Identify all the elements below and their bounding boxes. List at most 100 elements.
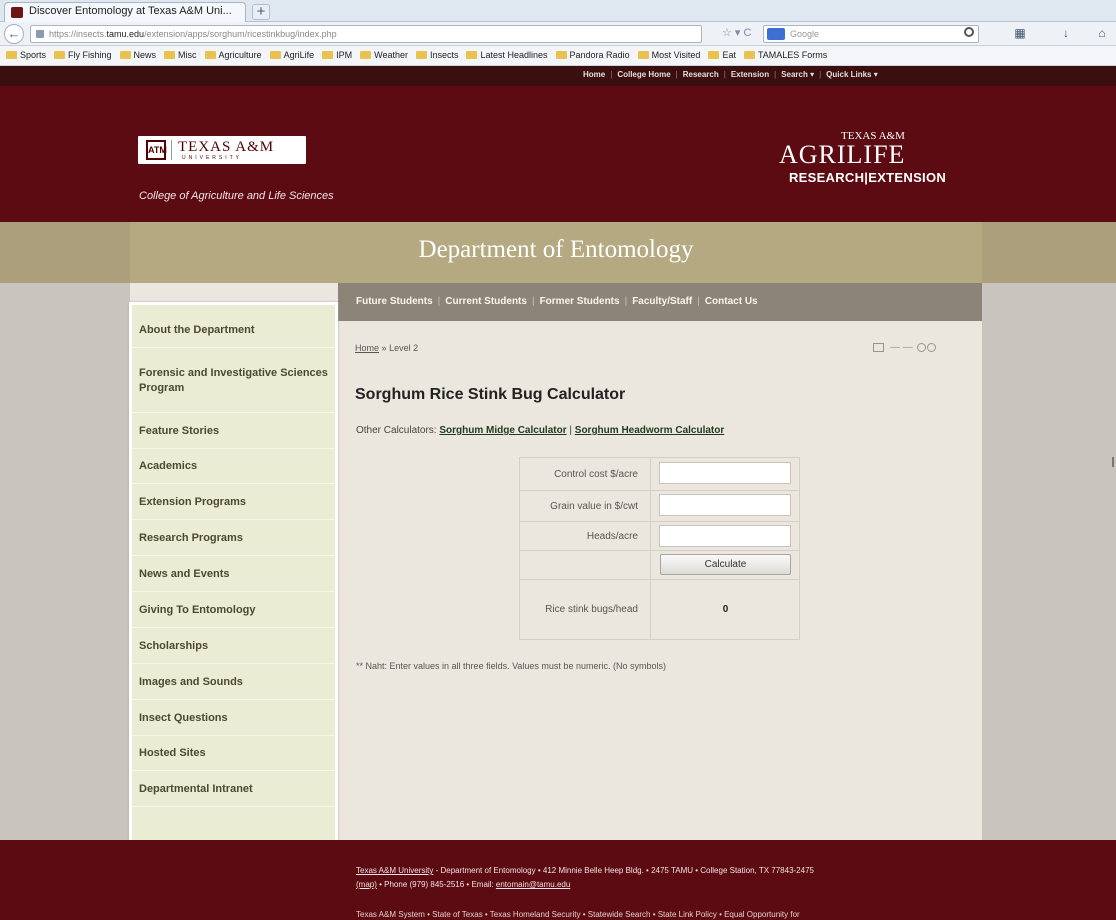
zoom-in-icon[interactable] xyxy=(926,342,936,352)
instruction-note: ** Naht: Enter values in all three field… xyxy=(356,661,666,671)
calculate-button[interactable]: Calculate xyxy=(660,554,791,575)
sidebar-item-departmental-intranet[interactable]: Departmental Intranet xyxy=(132,771,335,807)
address-bar[interactable]: https://insects.tamu.edu/extension/apps/… xyxy=(30,25,702,43)
bookmark-agrilife[interactable]: AgriLife xyxy=(269,46,314,65)
top-nav-faculty-staff[interactable]: Faculty/Staff xyxy=(632,296,692,307)
utility-link-college-home[interactable]: College Home xyxy=(617,70,670,79)
bookmark-weather[interactable]: Weather xyxy=(360,46,408,65)
control-cost-label: Control cost $/acre xyxy=(520,458,651,490)
utility-link-home[interactable]: Home xyxy=(583,70,605,79)
search-box[interactable]: Google xyxy=(763,25,979,43)
footer-system-links[interactable]: Texas A&M System • State of Texas • Texa… xyxy=(356,910,800,919)
bookmark-pandora-radio[interactable]: Pandora Radio xyxy=(555,46,630,65)
sidebar-item-scholarships[interactable]: Scholarships xyxy=(132,628,335,664)
bookmark-ipm[interactable]: IPM xyxy=(322,46,352,65)
headworm-calculator-link[interactable]: Sorghum Headworm Calculator xyxy=(575,425,724,436)
url-host: tamu.edu xyxy=(106,29,145,39)
other-calculators: Other Calculators: Sorghum Midge Calcula… xyxy=(356,425,724,436)
folder-icon xyxy=(204,51,216,59)
download-icon[interactable]: ↓ xyxy=(1058,26,1074,42)
utility-link-search[interactable]: Search ▾ xyxy=(781,70,814,79)
control-cost-row: Control cost $/acre xyxy=(520,458,799,491)
footer-phone: • Phone (979) 845-2516 • Email: xyxy=(376,880,496,889)
bookmark-latest-headlines[interactable]: Latest Headlines xyxy=(466,46,548,65)
bookmark-most-visited[interactable]: Most Visited xyxy=(637,46,700,65)
sidebar-item-giving-to-entomology[interactable]: Giving To Entomology xyxy=(132,592,335,628)
bookmark-agriculture[interactable]: Agriculture xyxy=(204,46,262,65)
sidebar-item-about-the-department[interactable]: About the Department xyxy=(132,313,335,348)
top-nav-future-students[interactable]: Future Students xyxy=(356,296,433,307)
bookmark-label: IPM xyxy=(336,50,353,60)
zoom-out-icon[interactable] xyxy=(916,342,926,352)
search-placeholder: Google xyxy=(790,29,820,39)
bookmark-label: Misc xyxy=(178,50,197,60)
print-icon[interactable] xyxy=(873,342,884,352)
bookmark-insects[interactable]: Insects xyxy=(415,46,458,65)
utility-links: Home | College Home | Research | Extension | Sea… xyxy=(583,70,878,79)
back-arrow-icon[interactable]: ← xyxy=(4,24,24,44)
utility-link-research[interactable]: Research xyxy=(683,70,719,79)
bookmark-eat[interactable]: Eat xyxy=(708,46,736,65)
agrilife-big: AGRILIFE xyxy=(779,140,906,169)
home-icon[interactable]: ⌂ xyxy=(1094,26,1110,42)
sidebar-item-forensic-and-investigative-sciences-program[interactable]: Forensic and Investigative Sciences Prog… xyxy=(132,348,335,413)
top-nav-former-students[interactable]: Former Students xyxy=(540,296,620,307)
heads-acre-input[interactable] xyxy=(659,525,791,547)
email-link[interactable]: entomain@tamu.edu xyxy=(496,880,570,889)
bookmark-label: News xyxy=(133,50,157,60)
tamu-logo[interactable]: ATM TEXAS A&M UNIVERSITY xyxy=(138,136,306,164)
sidebar-item-insect-questions[interactable]: Insect Questions xyxy=(132,700,335,736)
heads-acre-row: Heads/acre xyxy=(520,522,799,551)
text-size-control[interactable]: — — xyxy=(890,342,913,353)
sidebar-item-label: Research Programs xyxy=(139,531,243,544)
new-tab-button[interactable]: + xyxy=(252,4,270,20)
sidebar-item-news-and-events[interactable]: News and Events xyxy=(132,556,335,592)
sidebar: About the Department Forensic and Investi… xyxy=(129,302,338,858)
separator: | xyxy=(697,296,700,307)
search-icon[interactable] xyxy=(964,27,974,37)
sidebar-item-research-programs[interactable]: Research Programs xyxy=(132,520,335,556)
lock-icon xyxy=(36,30,44,38)
bookmark-misc[interactable]: Misc xyxy=(164,46,197,65)
bookmark-sports[interactable]: Sports xyxy=(6,46,46,65)
sidebar-item-academics[interactable]: Academics xyxy=(132,449,335,484)
top-nav: Future Students | Current Students | Former … xyxy=(338,283,982,321)
sidebar-item-label: Extension Programs xyxy=(139,495,246,508)
top-nav-current-students[interactable]: Current Students xyxy=(445,296,527,307)
folder-icon xyxy=(6,51,17,59)
grain-value-input[interactable] xyxy=(659,494,791,516)
empty-cell xyxy=(520,551,651,579)
sidebar-item-hosted-sites[interactable]: Hosted Sites xyxy=(132,736,335,771)
sidebar-item-feature-stories[interactable]: Feature Stories xyxy=(132,413,335,449)
breadcrumb-home-link[interactable]: Home xyxy=(355,343,379,353)
tamu-footer-link[interactable]: Texas A&M University xyxy=(356,866,433,875)
browser-tab-bar: Discover Entomology at Texas A&M Uni... … xyxy=(0,0,1116,22)
scrollbar[interactable] xyxy=(1112,457,1114,467)
map-link[interactable]: (map) xyxy=(356,880,377,889)
logo-divider xyxy=(171,140,172,160)
result-label: Rice stink bugs/head xyxy=(520,580,651,640)
sidebar-item-images-and-sounds[interactable]: Images and Sounds xyxy=(132,664,335,700)
calculate-row: Calculate xyxy=(520,551,799,580)
sidebar-item-extension-programs[interactable]: Extension Programs xyxy=(132,484,335,520)
top-nav-contact-us[interactable]: Contact Us xyxy=(705,296,758,307)
midge-calculator-link[interactable]: Sorghum Midge Calculator xyxy=(439,425,566,436)
folder-icon xyxy=(54,51,66,59)
separator: | xyxy=(675,70,678,79)
logo-sub: UNIVERSITY xyxy=(182,155,243,161)
grain-value-label: Grain value in $/cwt xyxy=(520,491,651,521)
browser-tab[interactable]: Discover Entomology at Texas A&M Uni... xyxy=(4,2,246,22)
bookmark-star-icon[interactable]: ☆ ▾ C xyxy=(722,26,751,39)
utility-link-extension[interactable]: Extension xyxy=(731,70,769,79)
bookmarks-toolbar: Sports Fly Fishing News Misc Agriculture Agri… xyxy=(0,46,1116,66)
bookmark-news[interactable]: News xyxy=(119,46,157,65)
bookmark-label: Agriculture xyxy=(218,50,262,60)
college-name: College of Agriculture and Life Sciences xyxy=(139,190,334,202)
utility-link-quick-links[interactable]: Quick Links ▾ xyxy=(826,70,878,79)
bookmark-fly-fishing[interactable]: Fly Fishing xyxy=(54,46,112,65)
bookmark-tamales-forms[interactable]: TAMALES Forms xyxy=(743,46,827,65)
footer-contact: (map) • Phone (979) 845-2516 • Email: en… xyxy=(356,880,570,889)
control-cost-input[interactable] xyxy=(659,462,791,484)
separator: | xyxy=(624,296,628,307)
library-icon[interactable]: ▦ xyxy=(1012,26,1028,42)
